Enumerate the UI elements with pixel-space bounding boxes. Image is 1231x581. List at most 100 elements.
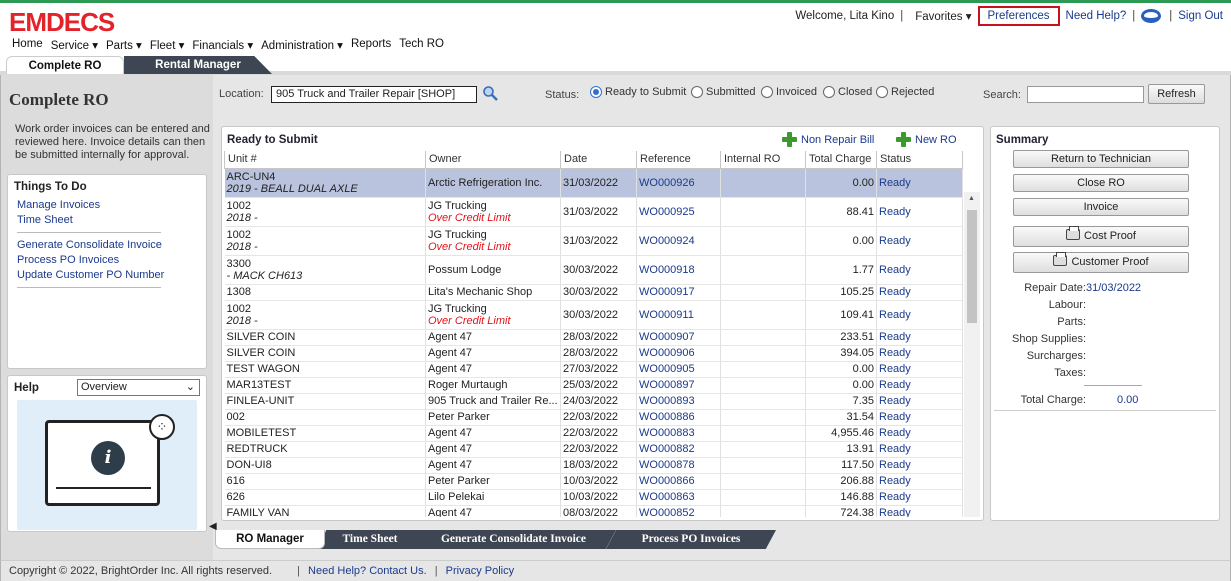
column-header-status[interactable]: Status (876, 151, 963, 169)
close-ro-button[interactable]: Close RO (1013, 174, 1189, 192)
column-header-internal-ro[interactable]: Internal RO (720, 151, 806, 169)
reference-link[interactable]: WO000886 (639, 411, 695, 423)
reference-link[interactable]: WO000925 (639, 206, 695, 218)
status-link[interactable]: Ready (879, 395, 911, 407)
table-row[interactable]: TEST WAGON Agent 47 27/03/2022 WO000905 0.00… (224, 361, 963, 378)
user-icon[interactable] (1141, 9, 1162, 23)
radio-button[interactable] (823, 86, 835, 98)
privacy-policy-link[interactable]: Privacy Policy (446, 565, 514, 577)
table-row[interactable]: MOBILETEST Agent 47 22/03/2022 WO000883 4,95… (224, 425, 963, 442)
reference-link[interactable]: WO000924 (639, 235, 695, 247)
nav-service[interactable]: Service ▾ (51, 38, 98, 52)
status-link[interactable]: Ready (879, 459, 911, 471)
status-link[interactable]: Ready (879, 443, 911, 455)
reference-link[interactable]: WO000911 (639, 309, 694, 321)
table-row[interactable]: FINLEA-UNIT 905 Truck and Trailer Re... 24… (224, 393, 963, 410)
reference-link[interactable]: WO000918 (639, 264, 695, 276)
reference-link[interactable]: WO000907 (639, 331, 695, 343)
status-link[interactable]: Ready (879, 363, 911, 375)
table-row[interactable]: 626 Lilo Pelekai 10/03/2022 WO000863 146.88 R… (224, 489, 963, 506)
radio-button[interactable] (590, 86, 602, 98)
nav-tech-ro[interactable]: Tech RO (399, 38, 444, 52)
status-link[interactable]: Ready (879, 507, 911, 517)
tab-time-sheet[interactable]: Time Sheet (318, 530, 422, 549)
contact-us-link[interactable]: Need Help? Contact Us. (308, 565, 427, 577)
status-radio-rejected[interactable]: Rejected (876, 86, 934, 98)
reference-link[interactable]: WO000878 (639, 459, 695, 471)
help-topic-select[interactable]: Overview ⌄ (77, 379, 200, 396)
table-row[interactable]: DON-UI8 Agent 47 18/03/2022 WO000878 117.50 R… (224, 457, 963, 474)
status-link[interactable]: Ready (879, 286, 911, 298)
reference-link[interactable]: WO000917 (639, 286, 695, 298)
search-input[interactable] (1027, 86, 1144, 103)
nav-reports[interactable]: Reports (351, 38, 391, 52)
nav-financials[interactable]: Financials ▾ (192, 38, 253, 52)
reference-link[interactable]: WO000866 (639, 475, 695, 487)
cost-proof-button[interactable]: Cost Proof (1013, 226, 1189, 247)
link-update-customer-po[interactable]: Update Customer PO Number (17, 269, 164, 281)
reference-link[interactable]: WO000883 (639, 427, 695, 439)
table-row[interactable]: 002 Peter Parker 22/03/2022 WO000886 31.54 Re… (224, 409, 963, 426)
table-row[interactable]: ARC-UN4 2019 - BEALL DUAL AXLE Arctic Refr… (224, 168, 963, 198)
reference-link[interactable]: WO000852 (639, 507, 695, 517)
reference-link[interactable]: WO000893 (639, 395, 695, 407)
column-header-reference[interactable]: Reference (636, 151, 721, 169)
column-header-unit[interactable]: Unit # (224, 151, 426, 169)
status-radio-invoiced[interactable]: Invoiced (761, 86, 817, 98)
status-link[interactable]: Ready (879, 427, 911, 439)
nav-fleet[interactable]: Fleet ▾ (150, 38, 185, 52)
location-input[interactable]: 905 Truck and Trailer Repair [SHOP] (271, 86, 477, 103)
need-help-link[interactable]: Need Help? (1066, 10, 1127, 22)
column-header-owner[interactable]: Owner (425, 151, 561, 169)
radio-button[interactable] (761, 86, 773, 98)
table-row[interactable]: MAR13TEST Roger Murtaugh 25/03/2022 WO00089… (224, 377, 963, 394)
status-link[interactable]: Ready (879, 264, 911, 276)
reference-link[interactable]: WO000926 (639, 177, 695, 189)
table-row[interactable]: 616 Peter Parker 10/03/2022 WO000866 206.88 R… (224, 473, 963, 490)
nav-home[interactable]: Home (12, 38, 43, 52)
tab-ro-manager[interactable]: RO Manager (215, 530, 325, 549)
nav-parts[interactable]: Parts ▾ (106, 38, 142, 52)
tab-generate-consolidate-invoice[interactable]: Generate Consolidate Invoice (411, 530, 616, 549)
table-row[interactable]: REDTRUCK Agent 47 22/03/2022 WO000882 13.91 R… (224, 441, 963, 458)
reference-link[interactable]: WO000906 (639, 347, 695, 359)
reference-link[interactable]: WO000897 (639, 379, 695, 391)
tab-complete-ro[interactable]: Complete RO (6, 56, 124, 74)
status-link[interactable]: Ready (879, 347, 911, 359)
status-link[interactable]: Ready (879, 206, 911, 218)
favorites-menu[interactable]: Favorites ▾ (915, 9, 971, 23)
tab-rental-manager[interactable]: Rental Manager (124, 56, 272, 74)
vertical-scrollbar[interactable]: ▲ ▼ (964, 192, 980, 517)
link-time-sheet[interactable]: Time Sheet (17, 214, 73, 226)
column-header-total-charge[interactable]: Total Charge (805, 151, 877, 169)
status-link[interactable]: Ready (879, 177, 911, 189)
scroll-thumb[interactable] (967, 210, 977, 323)
reference-link[interactable]: WO000863 (639, 491, 695, 503)
customer-proof-button[interactable]: Customer Proof (1013, 252, 1189, 273)
new-ro-button[interactable]: New RO (896, 132, 957, 147)
radio-button[interactable] (691, 86, 703, 98)
table-row[interactable]: 3300- MACK CH613 Possum Lodge 30/03/2022 WO… (224, 255, 963, 285)
status-link[interactable]: Ready (879, 235, 911, 247)
status-radio-submitted[interactable]: Submitted (691, 86, 756, 98)
scroll-up-icon[interactable]: ▲ (968, 195, 975, 202)
search-icon[interactable] (482, 85, 498, 101)
radio-button[interactable] (876, 86, 888, 98)
status-radio-ready[interactable]: Ready to Submit (590, 86, 686, 98)
help-video-thumbnail[interactable]: i ⁘ (17, 400, 197, 530)
nav-administration[interactable]: Administration ▾ (261, 38, 343, 52)
link-process-po-invoices[interactable]: Process PO Invoices (17, 254, 119, 266)
column-header-date[interactable]: Date (560, 151, 637, 169)
invoice-button[interactable]: Invoice (1013, 198, 1189, 216)
link-manage-invoices[interactable]: Manage Invoices (17, 199, 100, 211)
reference-link[interactable]: WO000905 (639, 363, 695, 375)
tab-process-po-invoices[interactable]: Process PO Invoices (606, 530, 776, 549)
status-link[interactable]: Ready (879, 309, 911, 321)
status-link[interactable]: Ready (879, 379, 911, 391)
table-row[interactable]: SILVER COIN Agent 47 28/03/2022 WO000907 233… (224, 329, 963, 346)
status-link[interactable]: Ready (879, 411, 911, 423)
preferences-link[interactable]: Preferences (988, 10, 1050, 22)
return-to-technician-button[interactable]: Return to Technician (1013, 150, 1189, 168)
table-row[interactable]: 1308 Lita's Mechanic Shop 30/03/2022 WO0009… (224, 284, 963, 301)
non-repair-bill-button[interactable]: Non Repair Bill (782, 132, 874, 147)
